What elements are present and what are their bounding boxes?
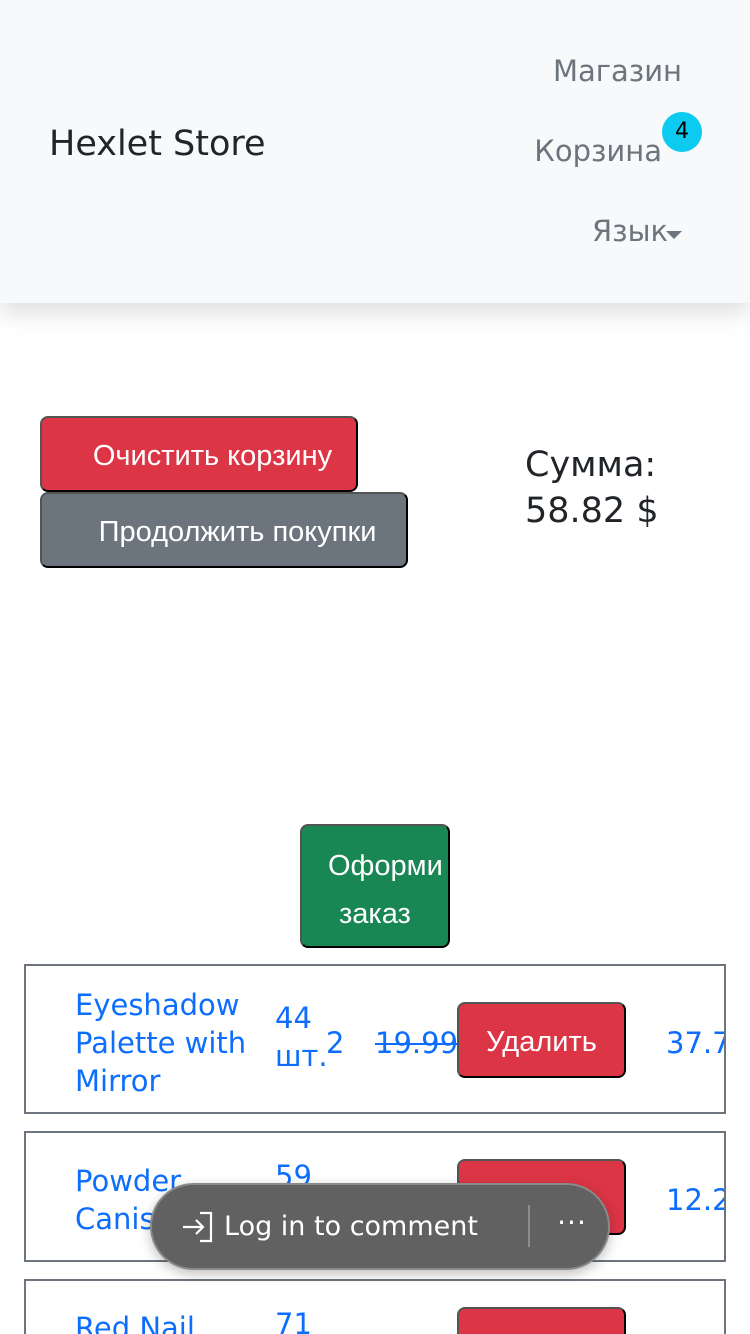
delete-item-button[interactable] (457, 1307, 626, 1334)
login-to-comment-link[interactable]: Log in to comment (224, 1207, 478, 1247)
total-label: Сумма: (525, 445, 657, 485)
cart-row: Eyeshadow Palette with Mirror 44 шт. 2 1… (24, 964, 726, 1114)
checkout-label-line1: Оформи (328, 850, 443, 882)
product-name-link[interactable]: Red Nail (75, 1309, 265, 1334)
clear-cart-button[interactable]: Очистить корзину (40, 416, 358, 492)
total-value: 58.82 $ (525, 491, 659, 531)
more-options-icon[interactable]: ··· (552, 1205, 592, 1245)
language-dropdown[interactable]: Язык (592, 214, 668, 248)
cart-count-badge: 4 (662, 112, 702, 152)
navbar: Hexlet Store Магазин Корзина 4 Язык (0, 0, 750, 303)
caret-down-icon (666, 231, 682, 239)
brand-link[interactable]: Hexlet Store (49, 124, 266, 164)
product-count[interactable]: 2 (326, 1024, 344, 1062)
checkout-button[interactable]: Оформи заказ (300, 824, 450, 948)
checkout-label-line2: заказ (339, 898, 411, 930)
product-total[interactable]: 37.78$ (666, 1024, 724, 1062)
continue-shopping-button[interactable]: Продолжить покупки (40, 492, 408, 568)
delete-item-button[interactable]: Удалить (457, 1002, 626, 1078)
nav-cart-link[interactable]: Корзина (534, 134, 662, 168)
product-name-link[interactable]: Eyeshadow Palette with Mirror (75, 986, 265, 1100)
nav-shop-link[interactable]: Магазин (553, 54, 682, 88)
product-stock[interactable]: 71 (275, 1305, 335, 1334)
login-icon (180, 1210, 216, 1244)
cart-total: Сумма: 58.82 $ (525, 442, 659, 534)
product-old-price[interactable]: 19.99$ (375, 1024, 465, 1062)
product-total[interactable]: 12.27$ (666, 1181, 724, 1219)
comment-bar: Log in to comment ··· (150, 1183, 610, 1270)
divider (528, 1205, 530, 1247)
cart-row: Red Nail 71 (24, 1279, 726, 1334)
